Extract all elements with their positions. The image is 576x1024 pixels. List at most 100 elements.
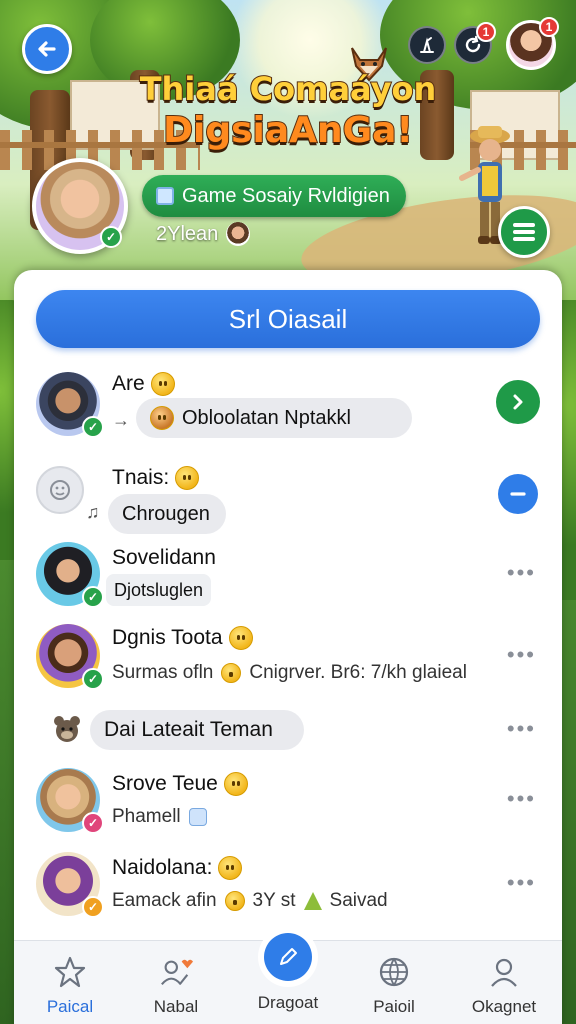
list-item-name-text: Are [112, 372, 145, 395]
list-item-name: Sovelidann [112, 546, 216, 570]
avatar: ✓ [36, 542, 104, 608]
smile-emoji-icon [223, 772, 248, 796]
list-item[interactable]: ✓ Srove Teue Phamell ••• [14, 766, 562, 838]
arrow-right-small-icon: → [112, 410, 130, 430]
more-options-button[interactable]: ••• [507, 870, 536, 896]
menu-button[interactable] [498, 206, 550, 258]
status-chip[interactable]: Obloolatan Nptakkl [136, 398, 412, 438]
friends-panel: Srl Oiasail ✓ Are → Obloolatan Nptakkl T… [14, 270, 562, 1024]
star-icon [54, 956, 86, 988]
list-item[interactable]: ✓ Dgnis Toota Surmas ofln Cnigrver. Br6:… [14, 622, 562, 694]
quest-button[interactable] [408, 26, 446, 64]
status-chip-text: Djotsluglen [114, 579, 204, 600]
avatar: ✓ [36, 372, 104, 438]
status-chip[interactable]: Chrougen [108, 494, 226, 534]
mini-avatar [226, 222, 251, 246]
list-item-name: Naidolana: [112, 856, 243, 880]
list-item-name-text: Srove Teue [112, 772, 218, 795]
minus-icon [510, 492, 526, 496]
avatar: ✓ [36, 768, 104, 834]
chevron-right-icon [513, 394, 523, 410]
avatar: ✓ [36, 624, 104, 690]
avatar: ✓ [36, 852, 104, 918]
pen-icon [280, 948, 297, 965]
more-options-button[interactable]: ••• [507, 786, 536, 812]
list-item-subtitle-text: Surmas ofln [112, 662, 214, 683]
nav-item-paioil[interactable]: Paioil [344, 941, 444, 1024]
nav-label: Okagnet [471, 997, 537, 1016]
list-item[interactable]: ✓ Are → Obloolatan Nptakkl [14, 368, 562, 444]
list-item-name: Dgnis Toota [112, 626, 253, 650]
game-society-label: Game Sosaiy Rvldigien [182, 184, 390, 207]
more-options-button[interactable]: ••• [507, 560, 536, 586]
smile-emoji-icon [224, 891, 245, 911]
list-item-subtitle: Phamell [112, 806, 207, 828]
verified-check-icon: ✓ [82, 668, 104, 690]
more-options-button[interactable]: ••• [507, 642, 536, 668]
nav-item-okagnet[interactable]: Okagnet [454, 941, 554, 1024]
nav-item-nabal[interactable]: Nabal [126, 941, 226, 1024]
list-item-name: Srove Teue [112, 772, 248, 796]
list-item-subtitle-extra-2: Saivad [329, 890, 388, 911]
quest-icon [420, 37, 434, 53]
status-chip[interactable]: Djotsluglen [106, 574, 212, 606]
cube-icon [156, 187, 174, 205]
nav-label: Paical [46, 997, 94, 1016]
remove-button[interactable] [498, 474, 538, 514]
list-item-name: Tnais: [112, 466, 200, 490]
list-item-name-text: Naidolana: [112, 856, 213, 879]
more-options-button[interactable]: ••• [507, 716, 536, 742]
list-item-name-text: Dgnis Toota [112, 626, 223, 649]
list-item-name: Are [112, 372, 175, 396]
refresh-button[interactable]: 1 [454, 22, 496, 64]
open-chat-button[interactable] [496, 380, 540, 424]
verified-check-icon: ✓ [100, 226, 122, 248]
creature-icon [54, 716, 80, 742]
status-chip[interactable]: Dai Lateait Teman [90, 710, 304, 750]
verified-check-icon: ✓ [82, 416, 104, 438]
person-icon [491, 958, 517, 987]
list-item-subtitle-extra: 3Y st [252, 890, 296, 911]
back-button[interactable] [22, 24, 72, 74]
nav-label: Dragoat [257, 993, 319, 1012]
smile-emoji-icon [150, 372, 175, 396]
people-icon [161, 959, 193, 985]
profile-avatar-button[interactable]: 1 [506, 17, 559, 70]
verified-check-icon: ✓ [82, 586, 104, 608]
nav-label: Paioil [373, 997, 415, 1016]
nav-label: Nabal [153, 997, 199, 1016]
leaf-icon [303, 892, 322, 910]
star-status-icon: ✓ [82, 896, 104, 918]
smile-emoji-icon [175, 466, 200, 490]
list-item-subtitle: Surmas ofln Cnigrver. Br6: 7/kh glaieal [112, 662, 467, 684]
status-chip-text: Chrougen [122, 502, 210, 525]
primary-action-button[interactable]: Srl Oiasail [36, 290, 540, 348]
notification-badge: 1 [476, 22, 496, 42]
ghost-icon [188, 808, 207, 826]
player-subtitle: 2Ylean [156, 222, 251, 246]
list-item-name-text: Sovelidann [112, 546, 216, 569]
list-item[interactable]: ✓ Sovelidann Djotsluglen ••• [14, 540, 562, 610]
list-item[interactable]: Tnais: ♫ Chrougen [14, 458, 562, 538]
face-emoji-icon [150, 406, 174, 430]
status-chip-text: Dai Lateait Teman [104, 718, 273, 741]
list-item-subtitle-text: Phamell [112, 806, 181, 827]
nav-item-paical[interactable]: Paical [20, 941, 120, 1024]
heart-status-icon: ✓ [82, 812, 104, 834]
list-item[interactable]: Dai Lateait Teman ••• [14, 706, 562, 758]
smile-emoji-icon [218, 856, 243, 880]
create-button[interactable] [264, 933, 312, 981]
nav-item-dragoat[interactable]: Dragoat [238, 933, 338, 1024]
list-item-subtitle: Eamack afin 3Y st Saivad [112, 890, 388, 912]
list-item-name-text: Tnais: [112, 466, 170, 489]
face-outline-icon [50, 480, 70, 500]
player-avatar[interactable]: ✓ [32, 158, 128, 254]
player-subtitle-text: 2Ylean [156, 222, 219, 245]
arrow-left-icon [38, 41, 56, 57]
smile-emoji-icon [221, 663, 242, 683]
list-item[interactable]: ✓ Naidolana: Eamack afin 3Y st Saivad ••… [14, 850, 562, 922]
game-society-pill[interactable]: Game Sosaiy Rvldigien [142, 175, 406, 217]
game-title-line-1: Thiaá Comaáyon [139, 69, 438, 109]
smile-emoji-icon [228, 626, 253, 650]
headphones-icon: ♫ [86, 502, 100, 522]
